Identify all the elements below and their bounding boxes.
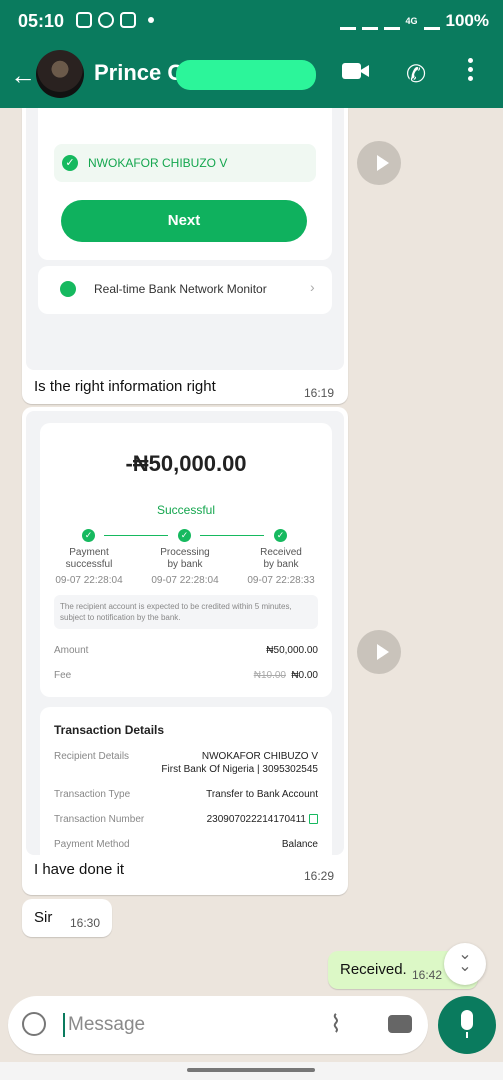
notification-icons	[76, 12, 154, 28]
more-options-icon[interactable]	[468, 58, 474, 85]
credit-notice: The recipient account is expected to be …	[54, 595, 318, 629]
verified-check-icon: ✓	[62, 155, 78, 171]
network-label: 4G	[405, 16, 418, 26]
forward-icon[interactable]	[357, 141, 401, 185]
recipient-name: NWOKAFOR CHIBUZO V	[201, 751, 318, 762]
payment-status-card: -₦50,000.00 Successful ✓ ✓ ✓ Payment succ…	[40, 423, 332, 697]
progress-line	[200, 535, 264, 536]
fee-label: Fee	[54, 670, 72, 681]
text-cursor	[63, 1013, 65, 1037]
message-caption: I have done it	[34, 861, 125, 878]
network-monitor-row: Real-time Bank Network Monitor ›	[38, 266, 332, 314]
number-label: Transaction Number	[54, 814, 145, 825]
amount-value: ₦50,000.00	[266, 645, 318, 656]
step-check-icon: ✓	[82, 529, 95, 542]
avatar[interactable]	[36, 50, 84, 98]
message-input-bar: Message ⌇	[8, 996, 428, 1054]
recipient-label: Recipient Details	[54, 751, 130, 762]
shared-screenshot[interactable]: ✓ NWOKAFOR CHIBUZO V Next Real-time Bank…	[26, 108, 344, 370]
name-redaction-blur	[176, 60, 316, 90]
voice-call-icon[interactable]: ✆	[406, 60, 426, 89]
camera-icon[interactable]	[388, 1015, 412, 1033]
video-call-icon[interactable]	[342, 62, 370, 80]
chat-area[interactable]: ✓ NWOKAFOR CHIBUZO V Next Real-time Bank…	[0, 108, 503, 996]
step-processing: Processing by bank	[160, 547, 210, 570]
message-time: 16:19	[304, 386, 335, 400]
scroll-down-button[interactable]: ⌄ ⌄	[444, 943, 486, 985]
copy-icon	[309, 814, 318, 824]
step-check-icon: ✓	[178, 529, 191, 542]
amount-label: Amount	[54, 645, 89, 656]
chat-header: ← Prince C ✆	[0, 44, 503, 108]
voice-record-button[interactable]	[438, 996, 496, 1054]
details-title: Transaction Details	[54, 723, 165, 737]
message-text: Sir	[34, 909, 53, 926]
method-value: Balance	[281, 839, 318, 850]
signal-bars-icon	[423, 13, 440, 30]
step-payment: Payment successful	[65, 547, 113, 570]
account-check-card: ✓ NWOKAFOR CHIBUZO V Next	[38, 108, 332, 260]
message-input[interactable]: Message	[68, 1014, 145, 1036]
step-date: 09-07 22:28:33	[247, 575, 315, 586]
message-time: 16:29	[304, 869, 335, 883]
system-indicators: 4G 100%	[339, 11, 489, 31]
number-value: 230907022214170411	[206, 814, 306, 825]
message-time: 16:42	[412, 968, 443, 982]
payment-status: Successful	[156, 503, 216, 517]
status-bar: 05:10 4G 100%	[0, 0, 503, 44]
message-caption: Is the right information right	[34, 378, 216, 395]
account-name-box: ✓ NWOKAFOR CHIBUZO V	[54, 144, 316, 182]
back-arrow-icon[interactable]: ←	[10, 62, 36, 88]
gallery-notification-icon	[76, 12, 92, 28]
step-date: 09-07 22:28:04	[151, 575, 219, 586]
type-label: Transaction Type	[54, 789, 131, 800]
transaction-details-card: Transaction Details Recipient Details NW…	[40, 707, 332, 855]
message-time: 16:30	[70, 916, 101, 930]
image-message[interactable]: ✓ NWOKAFOR CHIBUZO V Next Real-time Bank…	[22, 108, 348, 404]
fee-value: ₦0.00	[291, 670, 318, 681]
monitor-label: Real-time Bank Network Monitor	[94, 282, 267, 296]
double-chevron-down-icon: ⌄ ⌄	[458, 946, 472, 975]
step-check-icon: ✓	[274, 529, 287, 542]
progress-line	[104, 535, 168, 536]
instagram-notification-icon	[120, 12, 136, 28]
system-nav-bar	[0, 1062, 503, 1080]
alarm-icon	[339, 13, 356, 30]
fee-original: ₦10.00	[253, 670, 286, 681]
forward-icon[interactable]	[357, 630, 401, 674]
monitor-icon	[60, 281, 76, 297]
recipient-bank: First Bank Of Nigeria | 3095302545	[161, 764, 318, 775]
attach-icon[interactable]: ⌇	[330, 1010, 342, 1039]
type-value: Transfer to Bank Account	[206, 789, 318, 800]
step-date: 09-07 22:28:04	[55, 575, 123, 586]
more-notifications-dot-icon	[148, 17, 154, 23]
status-time: 05:10	[18, 11, 65, 31]
step-received: Received by bank	[260, 547, 302, 570]
battery-percent: 100%	[445, 11, 489, 30]
dollar-notification-icon	[98, 12, 114, 28]
text-message[interactable]: Sir 16:30	[22, 899, 112, 937]
mute-icon	[361, 13, 378, 30]
microphone-stand-icon	[466, 1032, 468, 1038]
microphone-icon	[461, 1010, 473, 1030]
next-button: Next	[61, 200, 307, 242]
method-label: Payment Method	[54, 839, 130, 850]
signal-icon	[383, 13, 400, 30]
verified-account-name: NWOKAFOR CHIBUZO V	[88, 156, 228, 170]
payment-amount: -₦50,000.00	[125, 451, 247, 476]
home-indicator[interactable]	[187, 1068, 315, 1072]
image-message[interactable]: -₦50,000.00 Successful ✓ ✓ ✓ Payment succ…	[22, 407, 348, 895]
message-text: Received.	[340, 961, 407, 978]
emoji-icon[interactable]	[22, 1012, 46, 1036]
chevron-right-icon: ›	[310, 279, 315, 295]
receipt-screenshot[interactable]: -₦50,000.00 Successful ✓ ✓ ✓ Payment succ…	[26, 411, 344, 855]
contact-name[interactable]: Prince C	[94, 60, 183, 86]
